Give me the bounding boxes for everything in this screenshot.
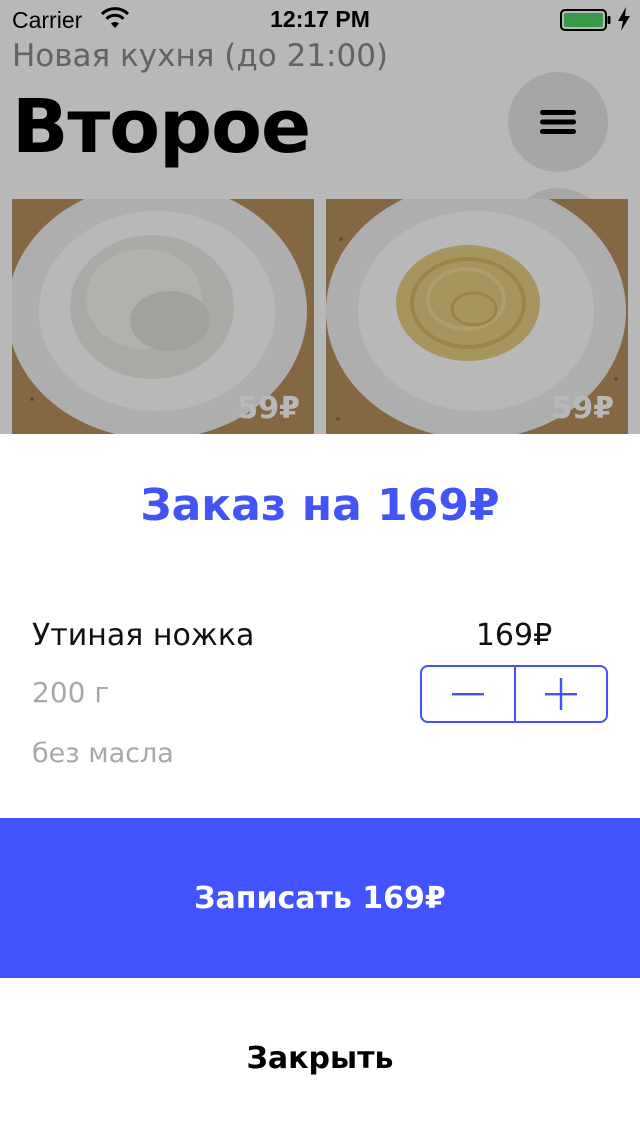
close-button[interactable]: Закрыть [0,1018,640,1098]
submit-order-button[interactable]: Записать 169₽ [0,818,640,978]
item-weight: 200 г [32,676,110,709]
order-title: Заказ на 169₽ [140,480,500,531]
menu-screen: Carrier 12:17 PM Новая кухня (до 21:00) … [0,0,640,434]
decrease-button[interactable] [422,667,514,721]
item-price: 169₽ [475,618,553,653]
item-note: без масла [32,738,174,769]
quantity-stepper [420,665,608,723]
item-name: Утиная ножка [32,618,255,653]
plus-icon [545,678,577,710]
dim-overlay[interactable] [0,0,640,434]
minus-icon [452,693,484,696]
increase-button[interactable] [514,667,606,721]
order-sheet: Заказ на 169₽ Утиная ножка 169₽ 200 г бе… [0,434,640,1136]
